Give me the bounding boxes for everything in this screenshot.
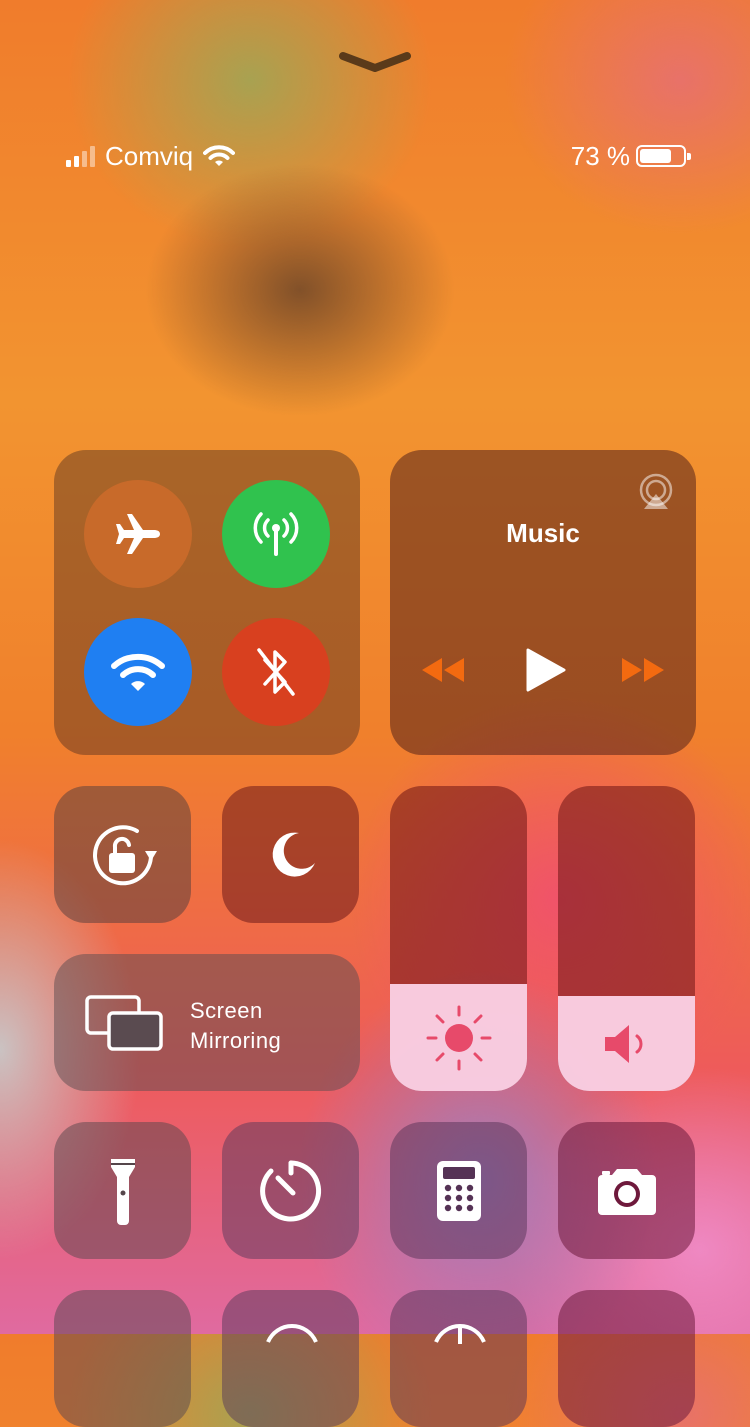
control-tile-row5-4[interactable]	[558, 1290, 695, 1427]
status-bar-right: 73 %	[570, 140, 691, 172]
play-icon[interactable]	[520, 646, 568, 694]
battery-fill	[640, 149, 671, 163]
airplane-mode-button[interactable]	[84, 480, 192, 588]
music-title: Music	[506, 518, 580, 548]
control-tile-row5-2[interactable]	[222, 1290, 359, 1427]
control-tile-row5-2-icon	[266, 1324, 318, 1343]
bluetooth-icon	[257, 648, 295, 696]
screen-mirroring-label-line2: Mirroring	[190, 1028, 282, 1053]
control-tile-row5-3-icon	[434, 1324, 486, 1344]
chevron-down-icon[interactable]	[338, 48, 412, 74]
control-tile-row5-1[interactable]	[54, 1290, 191, 1427]
calculator-icon	[436, 1160, 481, 1221]
brightness-slider-fill	[390, 984, 527, 1091]
battery-icon	[636, 145, 691, 167]
do-not-disturb-button[interactable]	[222, 786, 359, 923]
battery-percentage: 73 %	[570, 140, 630, 171]
signal-icon	[66, 145, 95, 167]
rewind-icon[interactable]	[418, 654, 466, 686]
flashlight-icon	[110, 1158, 135, 1225]
moon-icon	[272, 832, 315, 877]
cellular-icon	[253, 512, 299, 556]
wifi-button[interactable]	[84, 618, 192, 726]
flashlight-button[interactable]	[54, 1122, 191, 1259]
calculator-button[interactable]	[390, 1122, 527, 1259]
speaker-icon	[604, 1024, 642, 1063]
airplane-icon	[116, 514, 160, 554]
camera-button[interactable]	[558, 1122, 695, 1259]
sun-icon	[426, 1005, 491, 1071]
timer-button[interactable]	[222, 1122, 359, 1259]
brightness-slider[interactable]	[390, 786, 527, 1091]
carrier-name: Comviq	[105, 140, 194, 171]
screen-mirroring-label: Screen Mirroring	[190, 996, 281, 1056]
control-tile-row5-3[interactable]	[390, 1290, 527, 1427]
battery-cap	[687, 153, 691, 160]
screen-mirroring-label-line1: Screen	[190, 998, 263, 1023]
timer-icon	[259, 1160, 321, 1221]
airplay-icon[interactable]	[636, 472, 676, 512]
orientation-lock-icon	[92, 824, 157, 885]
wifi-icon	[111, 653, 165, 691]
bluetooth-button[interactable]	[222, 618, 330, 726]
cellular-data-button[interactable]	[222, 480, 330, 588]
status-bar-left: Comviq	[66, 140, 236, 172]
fast-forward-icon[interactable]	[620, 654, 668, 686]
screen-mirroring-icon	[85, 995, 163, 1051]
orientation-lock-button[interactable]	[54, 786, 191, 923]
wifi-icon	[203, 145, 236, 166]
volume-slider-fill	[558, 996, 695, 1091]
camera-icon	[597, 1168, 656, 1215]
volume-slider[interactable]	[558, 786, 695, 1091]
